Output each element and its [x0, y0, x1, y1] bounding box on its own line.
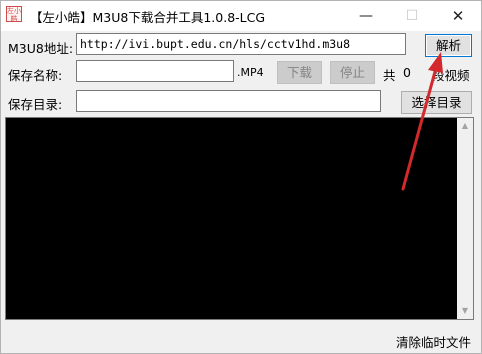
segment-count: 0	[403, 65, 411, 80]
app-logo-icon: 左小皓	[6, 6, 22, 23]
segment-total-prefix: 共	[383, 68, 396, 83]
title-bar: 左小皓 【左小皓】M3U8下载合并工具1.0.8-LCG — ☐ ✕	[1, 1, 481, 31]
window-title: 【左小皓】M3U8下载合并工具1.0.8-LCG	[30, 10, 266, 25]
minimize-button[interactable]: —	[343, 1, 389, 31]
url-label: M3U8地址:	[8, 41, 74, 56]
close-button[interactable]: ✕	[435, 1, 481, 31]
segment-suffix: 段视频	[432, 68, 470, 83]
save-name-input[interactable]	[76, 60, 234, 82]
stop-button[interactable]: 停止	[330, 61, 375, 84]
console-scrollbar[interactable]: ▲ ▼	[457, 118, 473, 319]
choose-dir-button[interactable]: 选择目录	[401, 91, 472, 114]
scroll-up-icon[interactable]: ▲	[457, 118, 473, 134]
save-dir-input[interactable]	[76, 90, 381, 112]
download-button[interactable]: 下载	[277, 61, 322, 84]
clear-temp-files-link[interactable]: 清除临时文件	[396, 332, 471, 351]
parse-button[interactable]: 解析	[425, 34, 472, 57]
save-name-label: 保存名称:	[8, 68, 63, 83]
save-dir-label: 保存目录:	[8, 97, 63, 112]
file-extension-label: .MP4	[237, 66, 264, 79]
app-window: 左小皓 【左小皓】M3U8下载合并工具1.0.8-LCG — ☐ ✕ M3U8地…	[0, 0, 482, 354]
log-console[interactable]	[5, 117, 474, 320]
maximize-button[interactable]: ☐	[389, 1, 435, 31]
m3u8-url-input[interactable]: http://ivi.bupt.edu.cn/hls/cctv1hd.m3u8	[76, 33, 406, 55]
scroll-down-icon[interactable]: ▼	[457, 303, 473, 319]
